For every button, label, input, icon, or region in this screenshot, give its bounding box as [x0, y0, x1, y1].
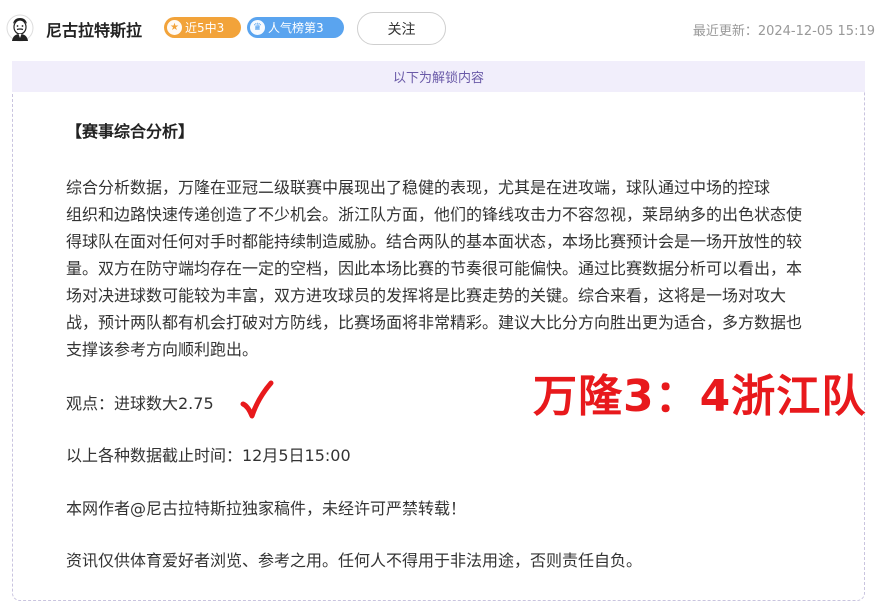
streak-badge-label: 近5中3 — [185, 21, 225, 35]
star-icon: ★ — [167, 20, 182, 35]
analysis-line: 场对决进球数可能较为丰富，双方进攻球员的发挥将是比赛走势的关键。综合来看，这将是… — [66, 286, 787, 305]
viewpoint: 观点：进球数大2.75 — [66, 394, 214, 413]
last-updated-label: 最近更新： — [692, 24, 758, 39]
tesla-portrait-icon[interactable] — [6, 14, 34, 42]
last-updated: 最近更新：2024-12-05 15:19 — [693, 20, 875, 39]
article-body: 【赛事综合分析】 综合分析数据，万隆在亚冠二级联赛中展现出了稳健的表现，尤其是在… — [66, 118, 846, 570]
follow-button[interactable]: 关注 — [357, 12, 446, 45]
analysis-line: 组织和边路快速传递创造了不少机会。浙江队方面，他们的锋线攻击力不容忽视，莱昂纳多… — [66, 205, 803, 224]
copyright-notice: 本网作者@尼古拉特斯拉独家稿件，未经许可严禁转载！ — [66, 499, 467, 518]
section-title: 【赛事综合分析】 — [66, 122, 195, 141]
check-mark-icon — [240, 380, 274, 419]
analysis-line: 支撑该参考方向顺利跑出。 — [66, 340, 259, 359]
rank-badge-label: 人气榜第3 — [268, 21, 324, 35]
analysis-line: 得球队在面对任何对手时都能持续制造威胁。结合两队的基本面状态，本场比赛预计会是一… — [66, 232, 803, 251]
crown-icon: ♛ — [250, 20, 265, 35]
disclaimer: 资讯仅供体育爱好者浏览、参考之用。任何人不得用于非法用途，否则责任自负。 — [66, 551, 643, 570]
author-name[interactable]: 尼古拉特斯拉 — [46, 17, 142, 41]
streak-badge: ★ 近5中3 — [164, 17, 241, 38]
final-score-overlay: 万隆3：4浙江队 — [533, 371, 867, 422]
analysis-line: 战，预计两队都有机会打破对方防线，比赛场面将非常精彩。建议大比分方向胜出更为适合… — [66, 313, 803, 332]
analysis-line: 综合分析数据，万隆在亚冠二级联赛中展现出了稳健的表现，尤其是在进攻端，球队通过中… — [66, 178, 771, 197]
analysis-paragraph: 综合分析数据，万隆在亚冠二级联赛中展现出了稳健的表现，尤其是在进攻端，球队通过中… — [66, 174, 842, 363]
unlock-notice: 以下为解锁内容 — [12, 61, 865, 92]
last-updated-time: 2024-12-05 15:19 — [757, 24, 875, 39]
data-cutoff-time: 以上各种数据截止时间：12月5日15:00 — [66, 446, 351, 465]
popularity-rank-badge: ♛ 人气榜第3 — [247, 17, 344, 38]
analysis-line: 量。双方在防守端均存在一定的空档，因此本场比赛的节奏很可能偏快。通过比赛数据分析… — [66, 259, 803, 278]
author-header: 尼古拉特斯拉 ★ 近5中3 ♛ 人气榜第3 关注 最近更新：2024-12-05… — [0, 0, 887, 60]
